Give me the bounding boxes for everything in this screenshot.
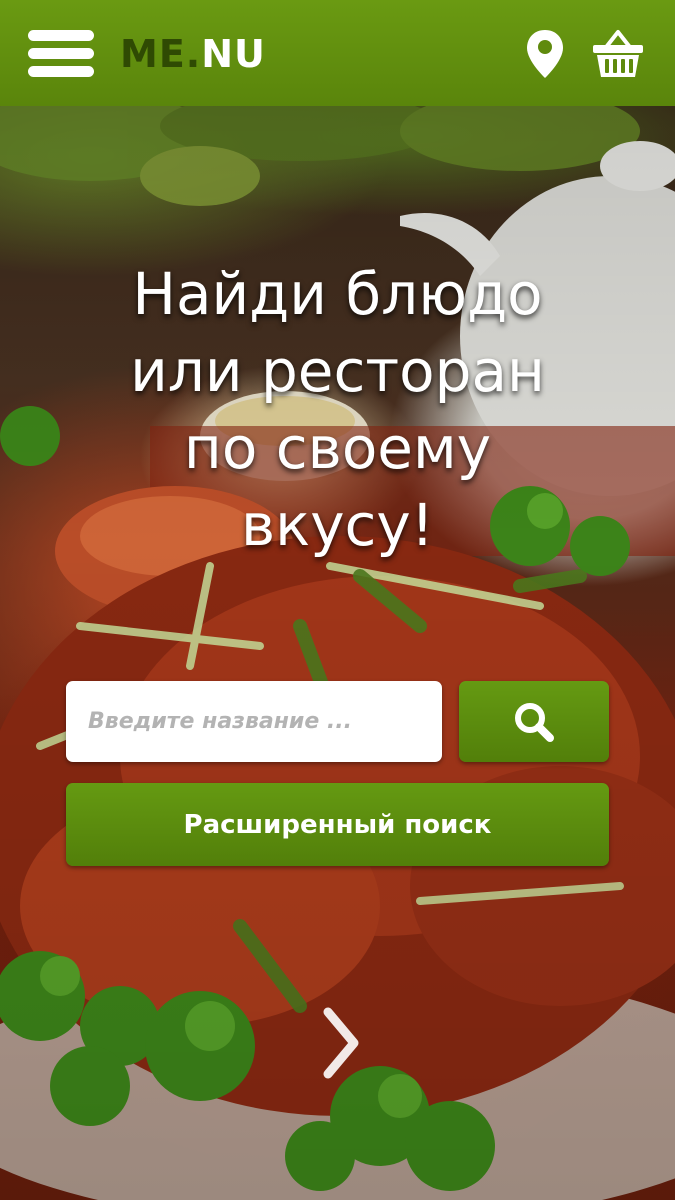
search-input[interactable]: [66, 681, 442, 762]
map-pin-icon[interactable]: [525, 28, 565, 80]
search-button[interactable]: [459, 681, 609, 762]
menu-line: [28, 66, 94, 77]
search-icon: [515, 702, 554, 742]
menu-line: [28, 48, 94, 59]
headline-line: вкусу!: [240, 491, 434, 559]
menu-line: [28, 30, 94, 41]
headline-line: Найди блюдо: [132, 260, 543, 328]
headline-line: по своему: [183, 414, 492, 482]
shopping-basket-icon[interactable]: [590, 28, 646, 80]
advanced-search-label: Расширенный поиск: [183, 809, 492, 840]
logo-part2: NU: [201, 32, 266, 76]
hamburger-menu-icon[interactable]: [28, 30, 94, 78]
headline-line: или ресторан: [130, 337, 545, 405]
logo-part1: ME.: [120, 32, 202, 76]
hero-headline: Найди блюдо или ресторан по своему вкусу…: [40, 256, 635, 564]
advanced-search-button[interactable]: Расширенный поиск: [66, 783, 609, 866]
chevron-right-icon[interactable]: [318, 998, 366, 1088]
logo[interactable]: ME.NU: [120, 30, 266, 78]
header-bar: ME.NU: [0, 0, 675, 106]
